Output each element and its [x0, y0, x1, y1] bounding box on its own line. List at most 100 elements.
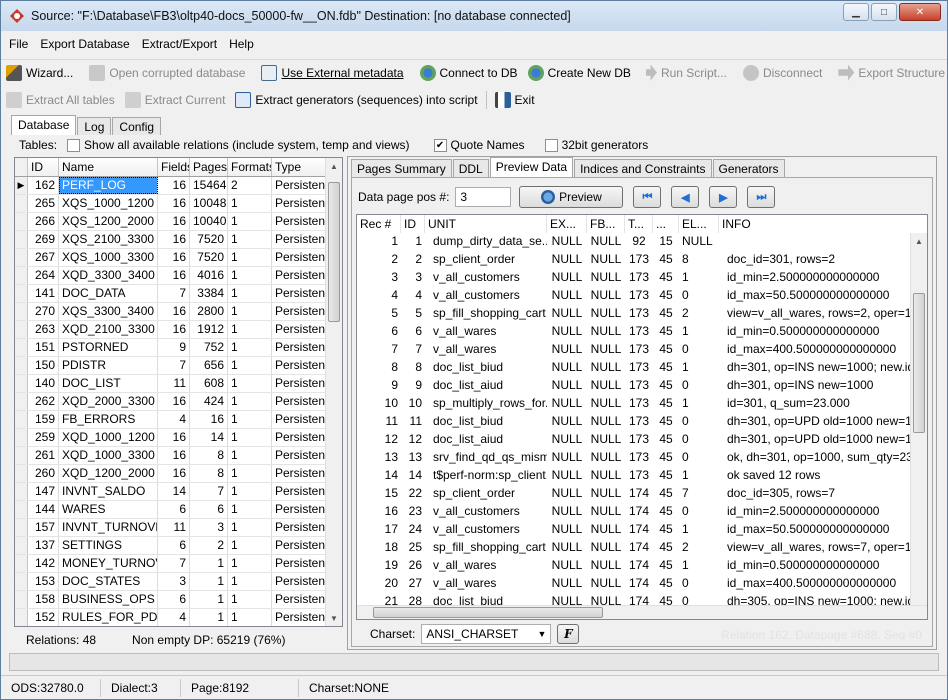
use-external-metadata-button[interactable]: Use External metadata: [256, 62, 408, 84]
relation-row[interactable]: 151 PSTORNED 9 752 1 Persistent: [15, 339, 342, 357]
relation-row[interactable]: 152RULES_FOR_PDIS411Persistent: [15, 609, 342, 626]
relation-row[interactable]: 153 DOC_STATES 3 1 1 Persistent: [15, 573, 342, 591]
show-all-relations-checkbox[interactable]: Show all available relations (include sy…: [67, 138, 410, 152]
font-button[interactable]: F: [557, 624, 580, 644]
relation-row[interactable]: 141 DOC_DATA 7 3384 1 Persistent: [15, 285, 342, 303]
relation-row[interactable]: 140 DOC_LIST 11 608 1 Persistent: [15, 375, 342, 393]
scroll-up-icon[interactable]: ▲: [911, 233, 927, 249]
relation-row[interactable]: 269 XQS_2100_3300 16 7520 1 Persistent: [15, 231, 342, 249]
next-page-button[interactable]: ▶: [709, 186, 738, 208]
exit-button[interactable]: Exit: [490, 89, 540, 111]
menu-extract-export[interactable]: Extract/Export: [136, 37, 223, 51]
preview-row[interactable]: 15 22 sp_client_order NULL NULL 174 45 7 doc_id=…: [357, 485, 927, 503]
tab-preview-data[interactable]: Preview Data: [489, 157, 574, 178]
tab-indices-constraints[interactable]: Indices and Constraints: [574, 159, 712, 177]
minimize-button[interactable]: ▁: [843, 3, 869, 21]
relation-row[interactable]: 267 XQS_1000_3300 16 7520 1 Persistent: [15, 249, 342, 267]
relation-row[interactable]: 137 SETTINGS 6 2 1 Persistent: [15, 537, 342, 555]
col-info-header[interactable]: INFO: [719, 215, 911, 233]
preview-row[interactable]: 1 1 dump_dirty_data_se... NULL NULL 92 15 NULL: [357, 233, 927, 251]
preview-grid[interactable]: Rec # ID UNIT EX... FB... T... ... EL...…: [356, 214, 928, 620]
last-page-button[interactable]: ⏭: [747, 186, 776, 208]
close-button[interactable]: ✕: [899, 3, 941, 21]
preview-row[interactable]: 17 24 v_all_customers NULL NULL 174 45 1 id_max=…: [357, 521, 927, 539]
charset-select[interactable]: ANSI_CHARSET ▼: [421, 624, 552, 644]
preview-row[interactable]: 6 6 v_all_wares NULL NULL 173 45 1 id_min=0.5000…: [357, 323, 927, 341]
relations-grid[interactable]: ID Name Fields Pages Formats Type ▶ 162 PE…: [14, 157, 343, 627]
relation-row[interactable]: ▶ 162 PERF_LOG 16 15464 2 Persistent: [15, 177, 342, 195]
col-el-header[interactable]: EL...: [679, 215, 719, 233]
menu-file[interactable]: File: [1, 37, 34, 51]
col-id-header[interactable]: ID: [28, 158, 59, 176]
scroll-thumb[interactable]: [913, 293, 925, 433]
disconnect-button[interactable]: Disconnect: [738, 62, 827, 84]
preview-hscrollbar[interactable]: [357, 605, 927, 619]
col-fields-header[interactable]: Fields: [158, 158, 190, 176]
col-fb-header[interactable]: FB...: [587, 215, 625, 233]
col-rec-header[interactable]: Rec #: [357, 215, 401, 233]
maximize-button[interactable]: □: [871, 3, 897, 21]
relation-row[interactable]: 150 PDISTR 7 656 1 Persistent: [15, 357, 342, 375]
preview-row[interactable]: 10 10 sp_multiply_rows_for... NULL NULL 173 45…: [357, 395, 927, 413]
relation-row[interactable]: 158 BUSINESS_OPS 6 1 1 Persistent: [15, 591, 342, 609]
relation-row[interactable]: 142MONEY_TURNOVE711Persistent: [15, 555, 342, 573]
relation-row[interactable]: 147 INVNT_SALDO 14 7 1 Persistent: [15, 483, 342, 501]
create-new-db-button[interactable]: Create New DB: [523, 62, 636, 84]
tab-pages-summary[interactable]: Pages Summary: [351, 159, 452, 177]
preview-row[interactable]: 13 13 srv_find_qd_qs_mism NULL NULL 173 45 0 ok,…: [357, 449, 927, 467]
tab-ddl[interactable]: DDL: [452, 159, 489, 177]
col-more-header[interactable]: ...: [653, 215, 679, 233]
col-id-header[interactable]: ID: [401, 215, 425, 233]
extract-all-button[interactable]: Extract All tables: [1, 89, 120, 111]
scroll-thumb[interactable]: [328, 182, 340, 322]
tab-config[interactable]: Config: [112, 117, 162, 135]
col-t-header[interactable]: T...: [625, 215, 653, 233]
col-pages-header[interactable]: Pages: [190, 158, 228, 176]
preview-row[interactable]: 11 11 doc_list_biud NULL NULL 173 45 0 dh=301, o…: [357, 413, 927, 431]
tab-log[interactable]: Log: [77, 117, 112, 135]
preview-vscrollbar[interactable]: ▲: [910, 233, 927, 619]
menu-export-database[interactable]: Export Database: [34, 37, 135, 51]
relation-row[interactable]: 159 FB_ERRORS 4 16 1 Persistent: [15, 411, 342, 429]
connect-db-button[interactable]: Connect to DB: [415, 62, 523, 84]
title-bar[interactable]: Source: "F:\Database\FB3\oltp40-docs_500…: [1, 1, 947, 31]
scroll-down-icon[interactable]: ▼: [326, 610, 342, 626]
preview-row[interactable]: 19 26 v_all_wares NULL NULL 174 45 1 id_min=0.50…: [357, 557, 927, 575]
col-formats-header[interactable]: Formats: [228, 158, 272, 176]
preview-row[interactable]: 20 27 v_all_wares NULL NULL 174 45 0 id_max=400.…: [357, 575, 927, 593]
relation-row[interactable]: 264 XQD_3300_3400 16 4016 1 Persistent: [15, 267, 342, 285]
tab-database[interactable]: Database: [11, 115, 77, 135]
prev-page-button[interactable]: ◀: [671, 186, 700, 208]
preview-row[interactable]: 18 25 sp_fill_shopping_cart NULL NULL 174 45 2 v…: [357, 539, 927, 557]
preview-row[interactable]: 12 12 doc_list_aiud NULL NULL 173 45 0 dh=301, o…: [357, 431, 927, 449]
relation-row[interactable]: 144 WARES 6 6 1 Persistent: [15, 501, 342, 519]
relation-row[interactable]: 260 XQD_1200_2000 16 8 1 Persistent: [15, 465, 342, 483]
preview-row[interactable]: 7 7 v_all_wares NULL NULL 173 45 0 id_max=400.50…: [357, 341, 927, 359]
preview-row[interactable]: 3 3 v_all_customers NULL NULL 173 45 1 id_min=2.…: [357, 269, 927, 287]
first-page-button[interactable]: ⏮: [633, 186, 662, 208]
gen32-checkbox[interactable]: 32bit generators: [544, 138, 648, 152]
relation-row[interactable]: 262 XQD_2000_3300 16 424 1 Persistent: [15, 393, 342, 411]
extract-generators-button[interactable]: Extract generators (sequences) into scri…: [230, 89, 482, 111]
relation-row[interactable]: 266 XQS_1200_2000 16 10040 1 Persistent: [15, 213, 342, 231]
relation-row[interactable]: 270 XQS_3300_3400 16 2800 1 Persistent: [15, 303, 342, 321]
col-name-header[interactable]: Name: [59, 158, 158, 176]
relation-row[interactable]: 261 XQD_1000_3300 16 8 1 Persistent: [15, 447, 342, 465]
export-structure-button[interactable]: Export Structure: [833, 62, 948, 84]
open-corrupted-button[interactable]: Open corrupted database: [84, 62, 250, 84]
menu-help[interactable]: Help: [223, 37, 260, 51]
relation-row[interactable]: 157INVNT_TURNOVEF1131Persistent: [15, 519, 342, 537]
preview-row[interactable]: 5 5 sp_fill_shopping_cart NULL NULL 173 45 2 vie…: [357, 305, 927, 323]
relations-scrollbar[interactable]: ▲ ▼: [325, 158, 342, 626]
relation-row[interactable]: 259 XQD_1000_1200 16 14 1 Persistent: [15, 429, 342, 447]
preview-row[interactable]: 2 2 sp_client_order NULL NULL 173 45 8 doc_id=30…: [357, 251, 927, 269]
preview-row[interactable]: 16 23 v_all_customers NULL NULL 174 45 0 id_min=…: [357, 503, 927, 521]
relation-row[interactable]: 265 XQS_1000_1200 16 10048 1 Persistent: [15, 195, 342, 213]
quote-names-checkbox[interactable]: ✔ Quote Names: [433, 138, 525, 152]
col-unit-header[interactable]: UNIT: [425, 215, 547, 233]
preview-button[interactable]: Preview: [519, 186, 624, 208]
wizard-button[interactable]: Wizard...: [1, 62, 78, 84]
preview-row[interactable]: 4 4 v_all_customers NULL NULL 173 45 0 id_max=50…: [357, 287, 927, 305]
data-page-input[interactable]: 3: [455, 187, 512, 207]
hscroll-thumb[interactable]: [373, 607, 603, 618]
